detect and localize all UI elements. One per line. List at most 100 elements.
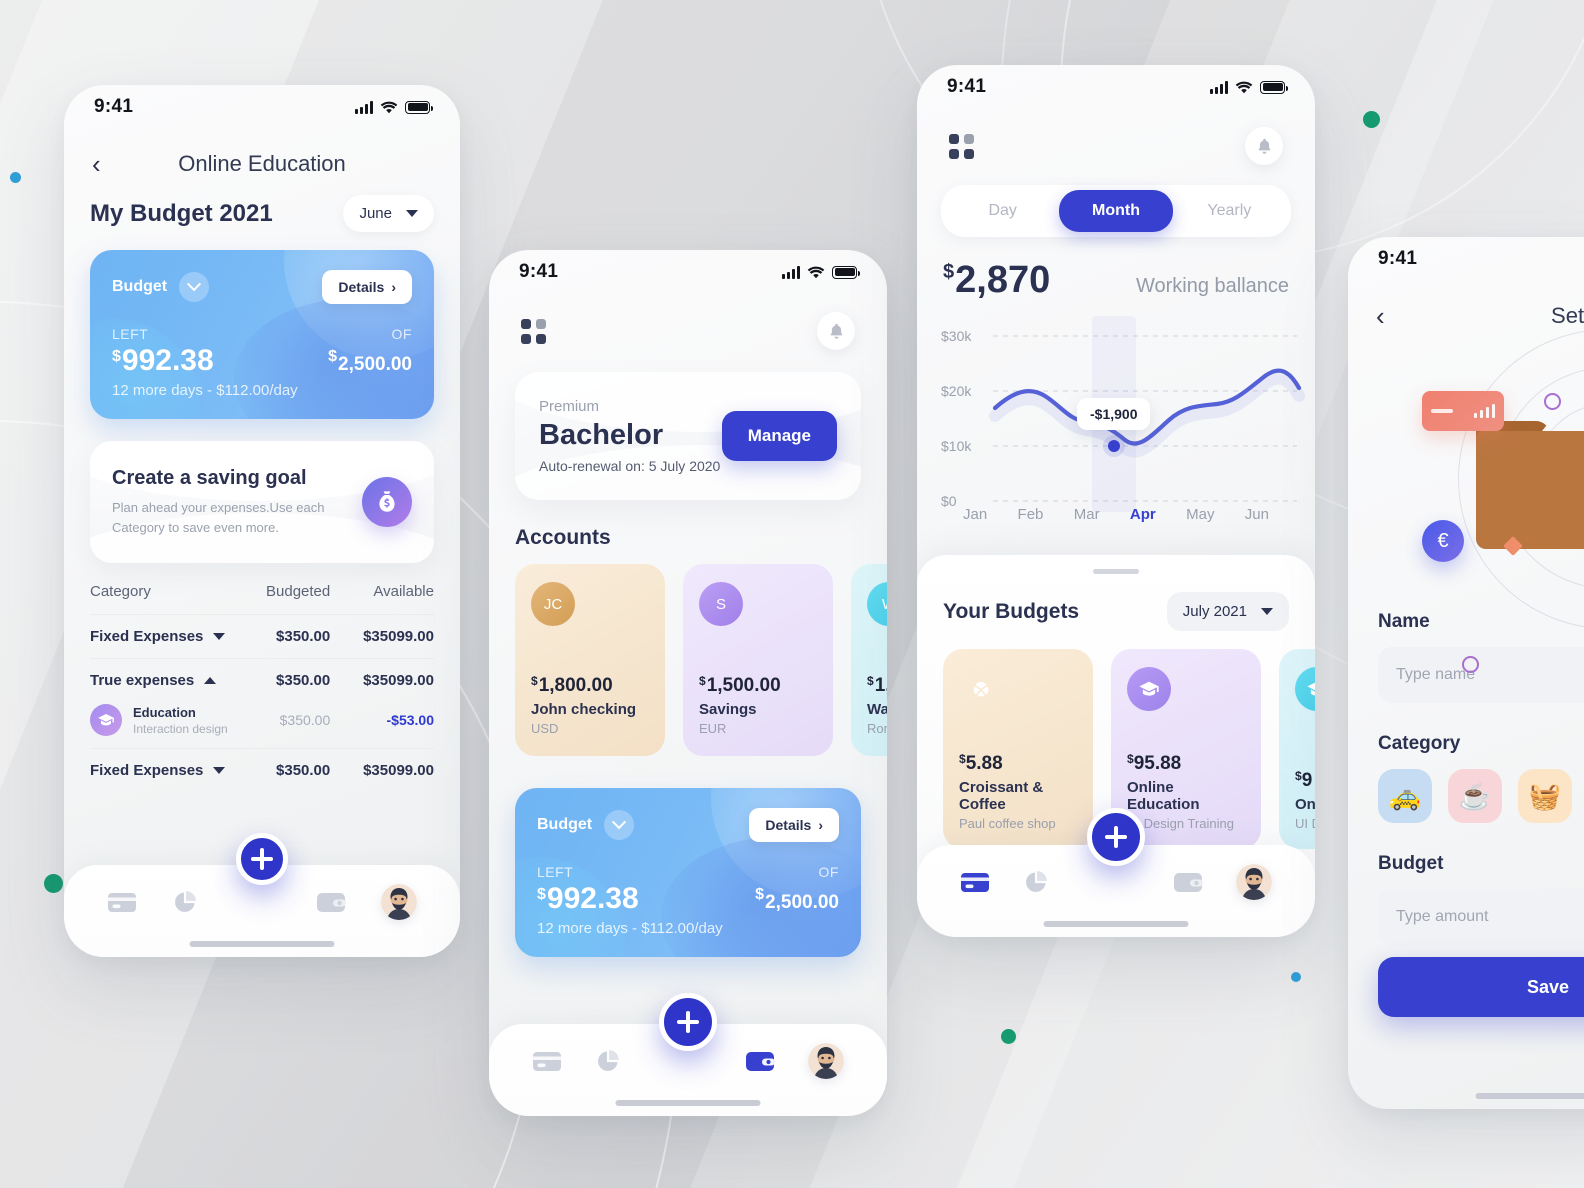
avatar[interactable] [1236,864,1273,900]
chevron-up-icon[interactable] [204,677,217,684]
add-button[interactable] [659,993,717,1051]
tab-stats[interactable] [172,889,198,915]
budget-summary-card[interactable]: Budget Details › LEFT OF $992.38 $2,500.… [515,788,861,957]
tab-stats[interactable] [595,1048,621,1074]
details-button[interactable]: Details › [749,808,839,842]
budget-summary-card[interactable]: Budget Details › LEFT OF $992.38 $2,500.… [90,250,434,419]
tab-month[interactable]: Month [1059,190,1173,232]
subrow-subtitle: Interaction design [133,721,228,736]
table-header: Category Budgeted Available [90,583,434,614]
battery-icon [832,265,860,279]
tab-cards[interactable] [107,890,137,914]
budget-name: Online Education [1127,779,1200,813]
balance-label: Working ballance [1135,275,1289,297]
x-tick-apr: Apr [1129,506,1156,523]
budget-card[interactable]: $9 Onl UI D [1279,649,1315,849]
budgets-sheet: Your Budgets July 2021 $5.88 Croissant &… [917,555,1315,937]
tab-day[interactable]: Day [946,190,1059,232]
subrow-budgeted: $350.00 [279,712,331,728]
tab-cards[interactable] [960,870,990,894]
wallet-body [1476,431,1584,549]
budget-card-label: Budget [112,278,168,295]
signal-icon [355,100,373,114]
x-tick-jan: Jan [963,506,988,523]
table-row[interactable]: True expenses $350.00 $35099.00 [90,658,434,702]
tab-wallet[interactable] [1173,870,1203,894]
grid-icon[interactable] [949,133,974,159]
nav-bar: ‹ Set New P [1348,281,1584,337]
accounts-list[interactable]: JC $1,800.00 John checking USD S $1,500.… [489,564,887,756]
grocery-basket-icon[interactable]: 🧺 [1518,769,1572,823]
taxi-icon[interactable]: 🚕 [1378,769,1432,823]
decor-dot-green [1363,111,1380,128]
category-picker[interactable]: 🚕 ☕ 🧺 [1348,755,1584,823]
chevron-left-icon[interactable]: ‹ [1376,303,1385,329]
subrow-available: -$53.00 [386,712,434,728]
budget-amount: 5.88 [965,753,1003,774]
account-card[interactable]: JC $1,800.00 John checking USD [515,564,665,756]
home-indicator [1475,1093,1584,1099]
month-selector[interactable]: June [343,195,434,232]
budget-card-label: Budget [537,816,593,833]
grid-icon[interactable] [521,318,546,344]
account-initials: S [699,582,743,626]
budget-sub: UI Design Training [1127,816,1234,831]
premium-eyebrow: Premium [539,398,600,415]
left-label: LEFT [537,864,574,880]
coffee-cup-icon[interactable]: ☕ [1448,769,1502,823]
chevron-down-icon[interactable] [179,272,210,302]
period-segmented-control[interactable]: Day Month Yearly [941,185,1291,237]
currency-symbol: $ [537,886,546,903]
table-subrow[interactable]: Education Interaction design $350.00 -$5… [90,702,434,748]
details-button[interactable]: Details › [322,270,412,304]
tab-wallet[interactable] [745,1049,775,1073]
chevron-down-icon[interactable] [213,633,226,640]
add-button[interactable] [236,833,288,885]
x-tick-feb: Feb [1017,506,1044,523]
tab-wallet[interactable] [316,890,347,914]
row-available: $35099.00 [363,672,434,689]
euro-coin-icon: € [1422,520,1464,562]
budget-input[interactable] [1396,908,1584,926]
balance-line-chart: $30k $20k $10k $0 -$1,900 Jan Feb Mar Ap… [917,316,1315,536]
budget-card-subtext: 12 more days - $112.00/day [537,920,723,937]
chevron-left-icon[interactable]: ‹ [92,151,101,177]
save-button[interactable]: Save [1378,957,1584,1017]
croissant-icon [959,667,1003,711]
phone-set-new-plan: 9:41 ‹ Set New P € Name Category 🚕 ☕ 🧺 B… [1348,237,1584,1109]
budget-field[interactable] [1378,889,1584,945]
budget-card[interactable]: $5.88 Croissant & Coffee Paul coffee sho… [943,649,1093,849]
currency-symbol: $ [1295,769,1302,783]
decor-ring-small [1544,393,1561,410]
account-currency: USD [531,721,559,736]
name-field[interactable] [1378,647,1584,703]
tab-cards[interactable] [532,1049,562,1073]
avatar[interactable] [380,884,417,920]
name-input[interactable] [1396,666,1584,684]
home-indicator [615,1100,761,1106]
wifi-icon [380,101,398,113]
saving-goal-card[interactable]: Create a saving goal Plan ahead your exp… [90,441,434,563]
account-name: Wa [867,701,887,718]
date-selector[interactable]: July 2021 [1166,592,1289,631]
signal-icon [1210,80,1228,94]
tab-yearly[interactable]: Yearly [1173,190,1286,232]
decor-ring-small [1462,656,1479,673]
account-initials: JC [531,582,575,626]
table-row[interactable]: Fixed Expenses $350.00 $35099.00 [90,748,434,792]
home-indicator [189,941,335,947]
status-time: 9:41 [1378,248,1418,269]
bell-icon[interactable] [817,312,855,350]
add-button[interactable] [1087,808,1145,866]
chevron-down-icon[interactable] [213,767,226,774]
avatar[interactable] [808,1043,845,1079]
currency-symbol: $ [112,348,121,365]
table-row[interactable]: Fixed Expenses $350.00 $35099.00 [90,614,434,658]
chevron-down-icon[interactable] [604,810,635,840]
battery-icon [405,100,433,114]
account-card[interactable]: S $1,500.00 Savings EUR [683,564,833,756]
tab-stats[interactable] [1023,869,1049,895]
bell-icon[interactable] [1245,127,1283,165]
manage-button[interactable]: Manage [721,411,837,461]
account-card[interactable]: W $1, Wa Rom [851,564,887,756]
